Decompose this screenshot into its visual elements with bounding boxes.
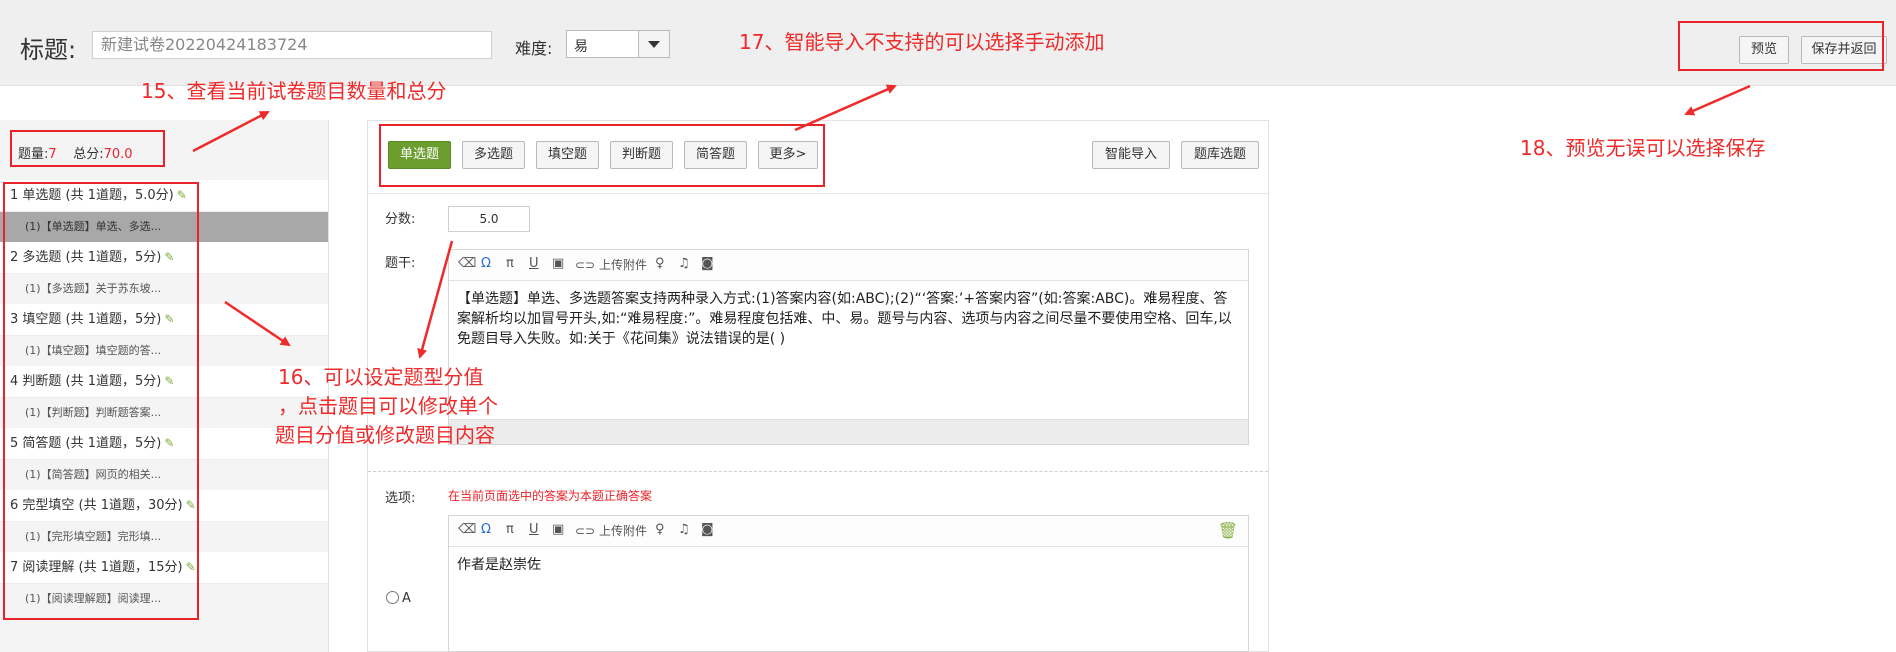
image-icon[interactable]: ▣: [552, 256, 564, 271]
trash-icon[interactable]: 🗑: [1218, 521, 1238, 540]
highlight-save-buttons: [1678, 21, 1884, 71]
smart-import-button[interactable]: 智能导入: [1092, 141, 1170, 169]
microphone-icon[interactable]: ♀: [655, 256, 665, 271]
stem-editor[interactable]: ⌫ Ω π U ▣ ⊂⊃ 上传附件 ♀ ♫ ◙ 【单选题】单选、多选题答案支持两…: [448, 249, 1249, 445]
options-hint: 在当前页面选中的答案为本题正确答案: [448, 489, 653, 503]
upload-label: 上传附件: [598, 524, 647, 538]
underline-icon[interactable]: U: [529, 256, 539, 271]
camera-icon[interactable]: ◙: [701, 522, 714, 537]
option-a-text[interactable]: 作者是赵崇佐: [449, 547, 1248, 583]
annotation-15: 15、查看当前试卷题目数量和总分: [141, 79, 447, 103]
annotation-16-line1: 16、可以设定题型分值: [278, 365, 484, 389]
bank-select-button[interactable]: 题库选题: [1181, 141, 1259, 169]
annotation-18: 18、预览无误可以选择保存: [1520, 136, 1766, 160]
option-a-editor[interactable]: ⌫ Ω π U ▣ ⊂⊃ 上传附件 ♀ ♫ ◙ 🗑 作者是赵崇佐: [448, 515, 1249, 652]
difficulty-select[interactable]: 易: [566, 30, 670, 58]
option-a-radio[interactable]: A: [386, 591, 411, 606]
editor-toolbar: ⌫ Ω π U ▣ ⊂⊃ 上传附件 ♀ ♫ ◙ 🗑: [449, 516, 1248, 547]
editor-resize-bar: [449, 419, 1248, 444]
difficulty-label: 难度:: [515, 39, 553, 58]
section-divider: [368, 471, 1268, 472]
options-label: 选项:: [385, 491, 416, 506]
option-a-label: A: [402, 591, 411, 606]
score-input[interactable]: 5.0: [448, 206, 530, 232]
editor-toolbar: ⌫ Ω π U ▣ ⊂⊃ 上传附件 ♀ ♫ ◙: [449, 250, 1248, 281]
pi-icon[interactable]: π: [506, 522, 514, 537]
radio-circle[interactable]: [386, 591, 399, 604]
upload-label: 上传附件: [598, 258, 647, 272]
eraser-icon[interactable]: ⌫: [458, 522, 476, 537]
annotation-16-line3: 题目分值或修改题目内容: [275, 423, 495, 447]
microphone-icon[interactable]: ♀: [655, 522, 665, 537]
stem-label: 题干:: [385, 256, 416, 271]
chevron-down-icon[interactable]: [638, 31, 669, 57]
underline-icon[interactable]: U: [529, 522, 539, 537]
music-icon[interactable]: ♫: [678, 256, 690, 271]
annotation-17: 17、智能导入不支持的可以选择手动添加: [739, 30, 1105, 54]
upload-attachment-button[interactable]: ⊂⊃ 上传附件: [575, 256, 647, 273]
annotation-16-line2: ，点击题目可以修改单个: [278, 394, 498, 418]
eraser-icon[interactable]: ⌫: [458, 256, 476, 271]
score-label: 分数:: [385, 212, 416, 227]
upload-attachment-button[interactable]: ⊂⊃ 上传附件: [575, 522, 647, 539]
highlight-stats: [10, 130, 165, 167]
omega-icon[interactable]: Ω: [481, 256, 491, 271]
music-icon[interactable]: ♫: [678, 522, 690, 537]
image-icon[interactable]: ▣: [552, 522, 564, 537]
camera-icon[interactable]: ◙: [701, 256, 714, 271]
difficulty-value: 易: [574, 39, 588, 55]
title-label: 标题:: [20, 36, 77, 64]
divider: [368, 193, 1268, 194]
pi-icon[interactable]: π: [506, 256, 514, 271]
arrow-18: [1684, 84, 1751, 116]
title-input[interactable]: 新建试卷20220424183724: [92, 31, 492, 59]
omega-icon[interactable]: Ω: [481, 522, 491, 537]
highlight-question-list: [3, 182, 199, 620]
stem-text[interactable]: 【单选题】单选、多选题答案支持两种录入方式:(1)答案内容(如:ABC);(2)…: [449, 281, 1248, 357]
highlight-type-tabs: [379, 124, 825, 187]
